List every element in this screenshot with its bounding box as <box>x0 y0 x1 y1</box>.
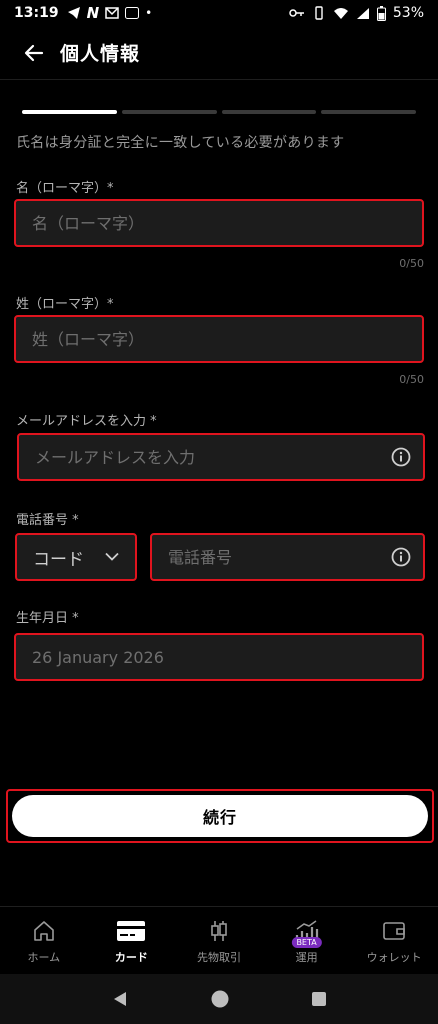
name-notice: 氏名は身分証と完全に一致している必要があります <box>16 135 345 151</box>
n-app-icon: N <box>86 4 100 22</box>
nav-item-home[interactable]: ホーム <box>0 907 88 974</box>
vibrate-icon <box>315 6 323 20</box>
nav-item-invest[interactable]: BETA 運用 <box>263 907 351 974</box>
nav-item-wallet[interactable]: ウォレット <box>350 907 438 974</box>
phone-label: 電話番号 * <box>16 513 79 528</box>
home-icon <box>33 921 54 941</box>
email-field[interactable] <box>17 433 425 481</box>
arrow-left-icon <box>24 44 44 61</box>
system-nav-bar <box>0 974 438 1024</box>
first-name-counter: 0/50 <box>399 257 424 270</box>
birthdate-value: 26 January 2026 <box>32 647 164 667</box>
key-icon <box>289 9 304 17</box>
recents-square-icon[interactable] <box>311 991 327 1007</box>
step-progress <box>22 110 416 114</box>
nav-item-futures[interactable]: 先物取引 <box>175 907 263 974</box>
telegram-icon <box>67 7 80 19</box>
card-icon <box>117 921 146 941</box>
mail-icon <box>105 7 119 19</box>
chevron-down-icon <box>105 552 119 561</box>
birthdate-label: 生年月日 * <box>16 611 79 626</box>
first-name-field[interactable] <box>14 199 424 247</box>
beta-badge: BETA <box>291 937 322 948</box>
candlestick-icon <box>211 921 227 941</box>
battery-percent: 53% <box>392 5 424 21</box>
last-name-field[interactable] <box>14 315 424 363</box>
bottom-nav: ホーム カード 先物取引 BETA 運用 ウォレット <box>0 906 438 974</box>
first-name-input[interactable] <box>32 213 422 233</box>
country-code-value: コード <box>33 549 84 570</box>
progress-step-1 <box>22 110 117 114</box>
last-name-label: 姓（ローマ字）* <box>16 297 114 312</box>
email-input[interactable] <box>35 447 423 467</box>
nav-item-label: 運用 <box>295 951 318 964</box>
nav-item-label: カード <box>114 951 148 964</box>
progress-step-2 <box>121 110 217 114</box>
first-name-label: 名（ローマ字）* <box>16 181 114 196</box>
nav-item-label: ホーム <box>27 951 61 964</box>
info-icon[interactable] <box>391 547 411 567</box>
wifi-icon <box>333 7 348 19</box>
system-icons: 53% <box>289 5 424 21</box>
continue-button-wrapper: 続行 <box>6 789 434 843</box>
nav-item-label: ウォレット <box>366 951 422 964</box>
status-time: 13:19 <box>14 5 59 21</box>
back-button[interactable] <box>14 33 54 73</box>
back-triangle-icon[interactable] <box>111 990 129 1008</box>
home-circle-icon[interactable] <box>210 989 230 1009</box>
progress-step-3 <box>221 110 317 114</box>
continue-button[interactable]: 続行 <box>12 795 428 837</box>
signal-icon <box>356 7 369 19</box>
dot-icon: • <box>145 6 153 20</box>
progress-step-4 <box>321 110 416 114</box>
status-bar: 13:19 N • 53% <box>0 0 438 26</box>
email-label: メールアドレスを入力 * <box>16 414 157 429</box>
last-name-counter: 0/50 <box>399 373 424 386</box>
nav-item-label: 先物取引 <box>196 951 241 964</box>
wallet-icon <box>383 922 405 940</box>
birthdate-field[interactable]: 26 January 2026 <box>14 633 424 681</box>
battery-icon <box>376 5 386 21</box>
phone-field[interactable] <box>150 533 425 581</box>
info-icon[interactable] <box>391 447 411 467</box>
app-badge-icon <box>125 7 140 19</box>
page-title: 個人情報 <box>60 43 141 65</box>
country-code-select[interactable]: コード <box>15 533 137 581</box>
notification-icons: N • <box>67 4 153 22</box>
phone-input[interactable] <box>168 547 423 567</box>
last-name-input[interactable] <box>32 329 422 349</box>
nav-item-card[interactable]: カード <box>88 907 176 974</box>
app-header: 個人情報 <box>0 26 438 80</box>
